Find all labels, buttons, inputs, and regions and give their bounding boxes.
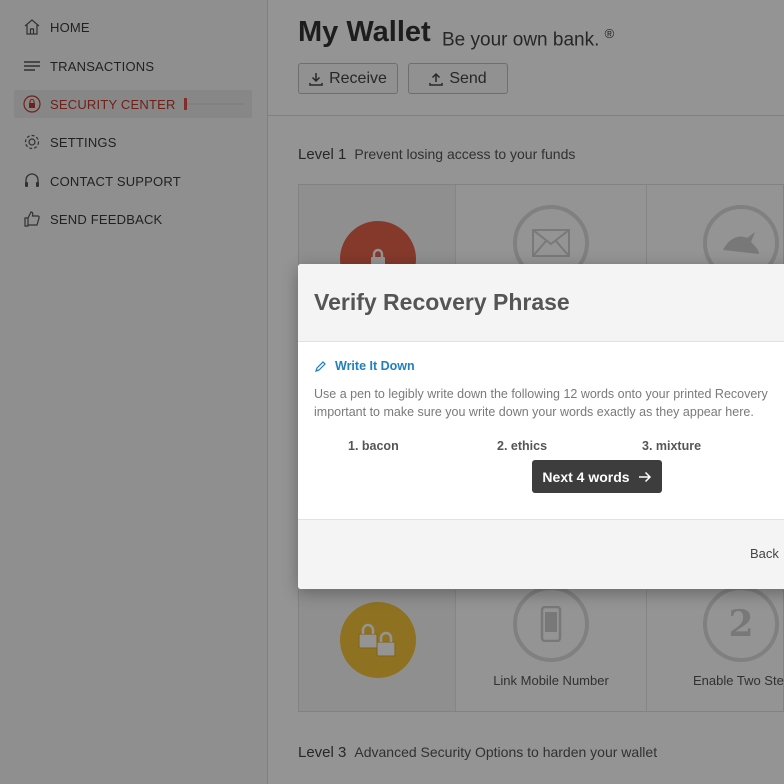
step-title: Write It Down: [314, 359, 415, 373]
next-words-button[interactable]: Next 4 words: [532, 460, 662, 493]
arrow-right-icon: [638, 471, 651, 482]
verify-recovery-modal: Verify Recovery Phrase Write It Down Use…: [298, 264, 784, 589]
back-button[interactable]: Back: [750, 546, 779, 561]
instruction-text: Use a pen to legibly write down the foll…: [314, 385, 784, 421]
step-title-text: Write It Down: [335, 359, 415, 373]
recovery-word: 3. mixture: [642, 439, 702, 453]
recovery-word: 1. bacon: [348, 439, 399, 453]
modal-header: Verify Recovery Phrase: [298, 264, 784, 342]
instruction-line: Use a pen to legibly write down the foll…: [314, 387, 768, 401]
modal-title: Verify Recovery Phrase: [314, 289, 570, 315]
modal-footer: Back: [298, 519, 784, 589]
next-words-label: Next 4 words: [542, 468, 630, 485]
pencil-icon: [315, 360, 326, 372]
recovery-word: 2. ethics: [497, 439, 548, 453]
instruction-line: important to make sure you write down yo…: [314, 405, 754, 419]
